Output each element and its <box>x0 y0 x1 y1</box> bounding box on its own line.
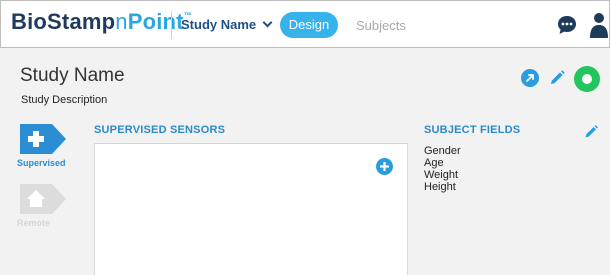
edit-fields-icon[interactable] <box>583 124 599 140</box>
status-toggle-icon[interactable] <box>574 66 600 92</box>
tab-design[interactable]: Design <box>280 12 338 38</box>
nav-supervised[interactable]: Supervised <box>17 124 77 168</box>
study-selector[interactable]: Study Name <box>181 17 273 32</box>
study-description: Study Description <box>21 94 108 106</box>
add-circle-icon[interactable] <box>376 158 393 175</box>
chat-icon[interactable] <box>556 14 578 36</box>
tab-subjects[interactable]: Subjects <box>356 18 406 33</box>
subject-field-item: Weight <box>424 169 459 181</box>
supervised-sensors-title: SUPERVISED SENSORS <box>94 124 226 136</box>
app-logo[interactable]: BioStampnPoint™ <box>11 9 192 35</box>
share-icon[interactable] <box>521 69 539 87</box>
logo-text-point: Point <box>127 9 184 34</box>
logo-text-biostamp: BioStamp <box>11 9 116 34</box>
subject-fields-list: Gender Age Weight Height <box>424 145 461 193</box>
nav-remote-label: Remote <box>17 218 51 228</box>
home-icon <box>20 184 66 214</box>
subject-field-item: Gender <box>424 145 461 157</box>
study-selector-label: Study Name <box>181 17 257 32</box>
logo-text-n: n <box>115 9 128 34</box>
sensors-panel <box>94 143 408 275</box>
chevron-down-icon <box>262 17 273 28</box>
top-bar: BioStampnPoint™ Study Name Design Subjec… <box>0 0 610 48</box>
nav-supervised-label: Supervised <box>17 158 66 168</box>
plus-icon <box>20 124 66 154</box>
subject-field-item: Age <box>424 157 444 169</box>
nav-remote[interactable]: Remote <box>17 184 77 228</box>
study-title: Study Name <box>20 65 125 86</box>
edit-icon[interactable] <box>548 69 566 87</box>
subject-field-item: Height <box>424 181 456 193</box>
subject-fields-title: SUBJECT FIELDS <box>424 124 521 136</box>
divider <box>171 11 172 39</box>
user-icon[interactable] <box>589 12 609 38</box>
